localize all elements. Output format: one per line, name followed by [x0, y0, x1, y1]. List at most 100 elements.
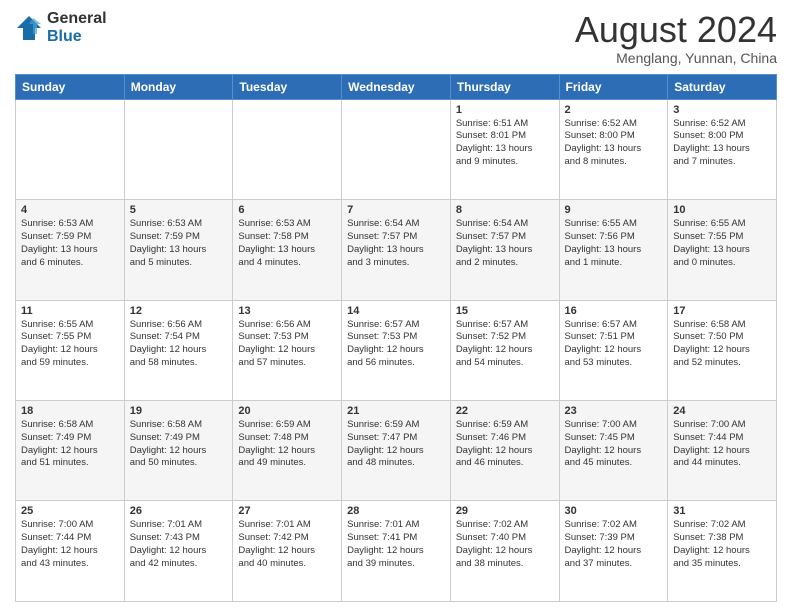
day-number: 27 [238, 505, 336, 517]
table-row: 12 Sunrise: 6:56 AM Sunset: 7:54 PM Dayli… [124, 300, 233, 400]
day-detail: Sunrise: 6:56 AM Sunset: 7:54 PM Dayligh… [130, 319, 228, 370]
day-number: 8 [456, 204, 554, 216]
logo-general-text: General [47, 10, 107, 28]
table-row: 23 Sunrise: 7:00 AM Sunset: 7:45 PM Dayli… [559, 401, 668, 501]
day-number: 25 [21, 505, 119, 517]
table-row: 4Sunrise: 6:53 AM Sunset: 7:59 PM Daylig… [16, 200, 125, 300]
day-detail: Sunrise: 6:58 AM Sunset: 7:49 PM Dayligh… [130, 419, 228, 470]
table-row: 19 Sunrise: 6:58 AM Sunset: 7:49 PM Dayli… [124, 401, 233, 501]
day-number: 17 [673, 305, 771, 317]
table-row: 11 Sunrise: 6:55 AM Sunset: 7:55 PM Dayli… [16, 300, 125, 400]
day-number: 16 [565, 305, 663, 317]
day-detail: Sunrise: 6:53 AM Sunset: 7:58 PM Dayligh… [238, 218, 336, 269]
table-row: 1 Sunrise: 6:51 AM Sunset: 8:01 PM Daylig… [450, 99, 559, 199]
calendar-week-row: 4Sunrise: 6:53 AM Sunset: 7:59 PM Daylig… [16, 200, 777, 300]
day-number: 3 [673, 104, 771, 116]
day-number: 31 [673, 505, 771, 517]
day-number: 18 [21, 405, 119, 417]
table-row: 29Sunrise: 7:02 AM Sunset: 7:40 PM Dayli… [450, 501, 559, 602]
col-thursday: Thursday [450, 74, 559, 99]
day-detail: Sunrise: 6:55 AM Sunset: 7:55 PM Dayligh… [673, 218, 771, 269]
day-detail: Sunrise: 6:54 AM Sunset: 7:57 PM Dayligh… [347, 218, 445, 269]
day-detail: Sunrise: 7:01 AM Sunset: 7:42 PM Dayligh… [238, 519, 336, 570]
table-row: 17Sunrise: 6:58 AM Sunset: 7:50 PM Dayli… [668, 300, 777, 400]
day-detail: Sunrise: 7:00 AM Sunset: 7:45 PM Dayligh… [565, 419, 663, 470]
day-number: 1 [456, 104, 554, 116]
day-detail: Sunrise: 6:55 AM Sunset: 7:55 PM Dayligh… [21, 319, 119, 370]
table-row: 20 Sunrise: 6:59 AM Sunset: 7:48 PM Dayli… [233, 401, 342, 501]
col-friday: Friday [559, 74, 668, 99]
subtitle: Menglang, Yunnan, China [575, 50, 777, 66]
day-number: 21 [347, 405, 445, 417]
table-row: 15Sunrise: 6:57 AM Sunset: 7:52 PM Dayli… [450, 300, 559, 400]
day-detail: Sunrise: 7:02 AM Sunset: 7:39 PM Dayligh… [565, 519, 663, 570]
calendar-week-row: 25 Sunrise: 7:00 AM Sunset: 7:44 PM Dayli… [16, 501, 777, 602]
day-detail: Sunrise: 6:54 AM Sunset: 7:57 PM Dayligh… [456, 218, 554, 269]
day-detail: Sunrise: 6:51 AM Sunset: 8:01 PM Dayligh… [456, 118, 554, 169]
table-row: 10Sunrise: 6:55 AM Sunset: 7:55 PM Dayli… [668, 200, 777, 300]
day-detail: Sunrise: 6:59 AM Sunset: 7:47 PM Dayligh… [347, 419, 445, 470]
table-row: 8 Sunrise: 6:54 AM Sunset: 7:57 PM Daylig… [450, 200, 559, 300]
table-row [233, 99, 342, 199]
day-number: 12 [130, 305, 228, 317]
day-detail: Sunrise: 7:01 AM Sunset: 7:43 PM Dayligh… [130, 519, 228, 570]
day-number: 22 [456, 405, 554, 417]
day-detail: Sunrise: 6:57 AM Sunset: 7:51 PM Dayligh… [565, 319, 663, 370]
day-number: 28 [347, 505, 445, 517]
day-number: 20 [238, 405, 336, 417]
day-detail: Sunrise: 6:59 AM Sunset: 7:48 PM Dayligh… [238, 419, 336, 470]
col-monday: Monday [124, 74, 233, 99]
day-number: 14 [347, 305, 445, 317]
table-row [16, 99, 125, 199]
day-detail: Sunrise: 6:53 AM Sunset: 7:59 PM Dayligh… [130, 218, 228, 269]
day-number: 13 [238, 305, 336, 317]
table-row: 21 Sunrise: 6:59 AM Sunset: 7:47 PM Dayli… [342, 401, 451, 501]
table-row: 28 Sunrise: 7:01 AM Sunset: 7:41 PM Dayli… [342, 501, 451, 602]
table-row: 27 Sunrise: 7:01 AM Sunset: 7:42 PM Dayli… [233, 501, 342, 602]
table-row: 2Sunrise: 6:52 AM Sunset: 8:00 PM Daylig… [559, 99, 668, 199]
table-row: 16 Sunrise: 6:57 AM Sunset: 7:51 PM Dayli… [559, 300, 668, 400]
table-row: 31 Sunrise: 7:02 AM Sunset: 7:38 PM Dayli… [668, 501, 777, 602]
table-row: 22Sunrise: 6:59 AM Sunset: 7:46 PM Dayli… [450, 401, 559, 501]
day-number: 30 [565, 505, 663, 517]
table-row: 30 Sunrise: 7:02 AM Sunset: 7:39 PM Dayli… [559, 501, 668, 602]
table-row: 5Sunrise: 6:53 AM Sunset: 7:59 PM Daylig… [124, 200, 233, 300]
day-detail: Sunrise: 6:56 AM Sunset: 7:53 PM Dayligh… [238, 319, 336, 370]
table-row: 25 Sunrise: 7:00 AM Sunset: 7:44 PM Dayli… [16, 501, 125, 602]
day-number: 19 [130, 405, 228, 417]
day-number: 9 [565, 204, 663, 216]
table-row: 26 Sunrise: 7:01 AM Sunset: 7:43 PM Dayli… [124, 501, 233, 602]
day-number: 24 [673, 405, 771, 417]
calendar-header-row: Sunday Monday Tuesday Wednesday Thursday… [16, 74, 777, 99]
day-number: 6 [238, 204, 336, 216]
main-title: August 2024 [575, 10, 777, 50]
table-row [124, 99, 233, 199]
day-detail: Sunrise: 6:52 AM Sunset: 8:00 PM Dayligh… [565, 118, 663, 169]
header: General Blue August 2024 Menglang, Yunna… [15, 10, 777, 66]
table-row: 18Sunrise: 6:58 AM Sunset: 7:49 PM Dayli… [16, 401, 125, 501]
day-detail: Sunrise: 7:01 AM Sunset: 7:41 PM Dayligh… [347, 519, 445, 570]
calendar-table: Sunday Monday Tuesday Wednesday Thursday… [15, 74, 777, 602]
col-tuesday: Tuesday [233, 74, 342, 99]
logo-blue-text: Blue [47, 28, 107, 46]
day-number: 11 [21, 305, 119, 317]
table-row: 9 Sunrise: 6:55 AM Sunset: 7:56 PM Daylig… [559, 200, 668, 300]
day-detail: Sunrise: 7:02 AM Sunset: 7:38 PM Dayligh… [673, 519, 771, 570]
title-block: August 2024 Menglang, Yunnan, China [575, 10, 777, 66]
table-row: 24 Sunrise: 7:00 AM Sunset: 7:44 PM Dayli… [668, 401, 777, 501]
day-detail: Sunrise: 6:57 AM Sunset: 7:53 PM Dayligh… [347, 319, 445, 370]
table-row: 7Sunrise: 6:54 AM Sunset: 7:57 PM Daylig… [342, 200, 451, 300]
calendar-week-row: 18 Sunrise: 6:58 AM Sunset: 7:49 PM Dayli… [16, 401, 777, 501]
calendar-week-row: 1 Sunrise: 6:51 AM Sunset: 8:01 PM Daylig… [16, 99, 777, 199]
day-number: 23 [565, 405, 663, 417]
table-row: 6 Sunrise: 6:53 AM Sunset: 7:58 PM Daylig… [233, 200, 342, 300]
day-detail: Sunrise: 6:57 AM Sunset: 7:52 PM Dayligh… [456, 319, 554, 370]
day-detail: Sunrise: 6:53 AM Sunset: 7:59 PM Dayligh… [21, 218, 119, 269]
logo-text: General Blue [47, 10, 107, 45]
calendar-week-row: 11 Sunrise: 6:55 AM Sunset: 7:55 PM Dayli… [16, 300, 777, 400]
day-detail: Sunrise: 7:00 AM Sunset: 7:44 PM Dayligh… [673, 419, 771, 470]
col-wednesday: Wednesday [342, 74, 451, 99]
day-number: 26 [130, 505, 228, 517]
day-detail: Sunrise: 6:55 AM Sunset: 7:56 PM Dayligh… [565, 218, 663, 269]
day-detail: Sunrise: 7:00 AM Sunset: 7:44 PM Dayligh… [21, 519, 119, 570]
